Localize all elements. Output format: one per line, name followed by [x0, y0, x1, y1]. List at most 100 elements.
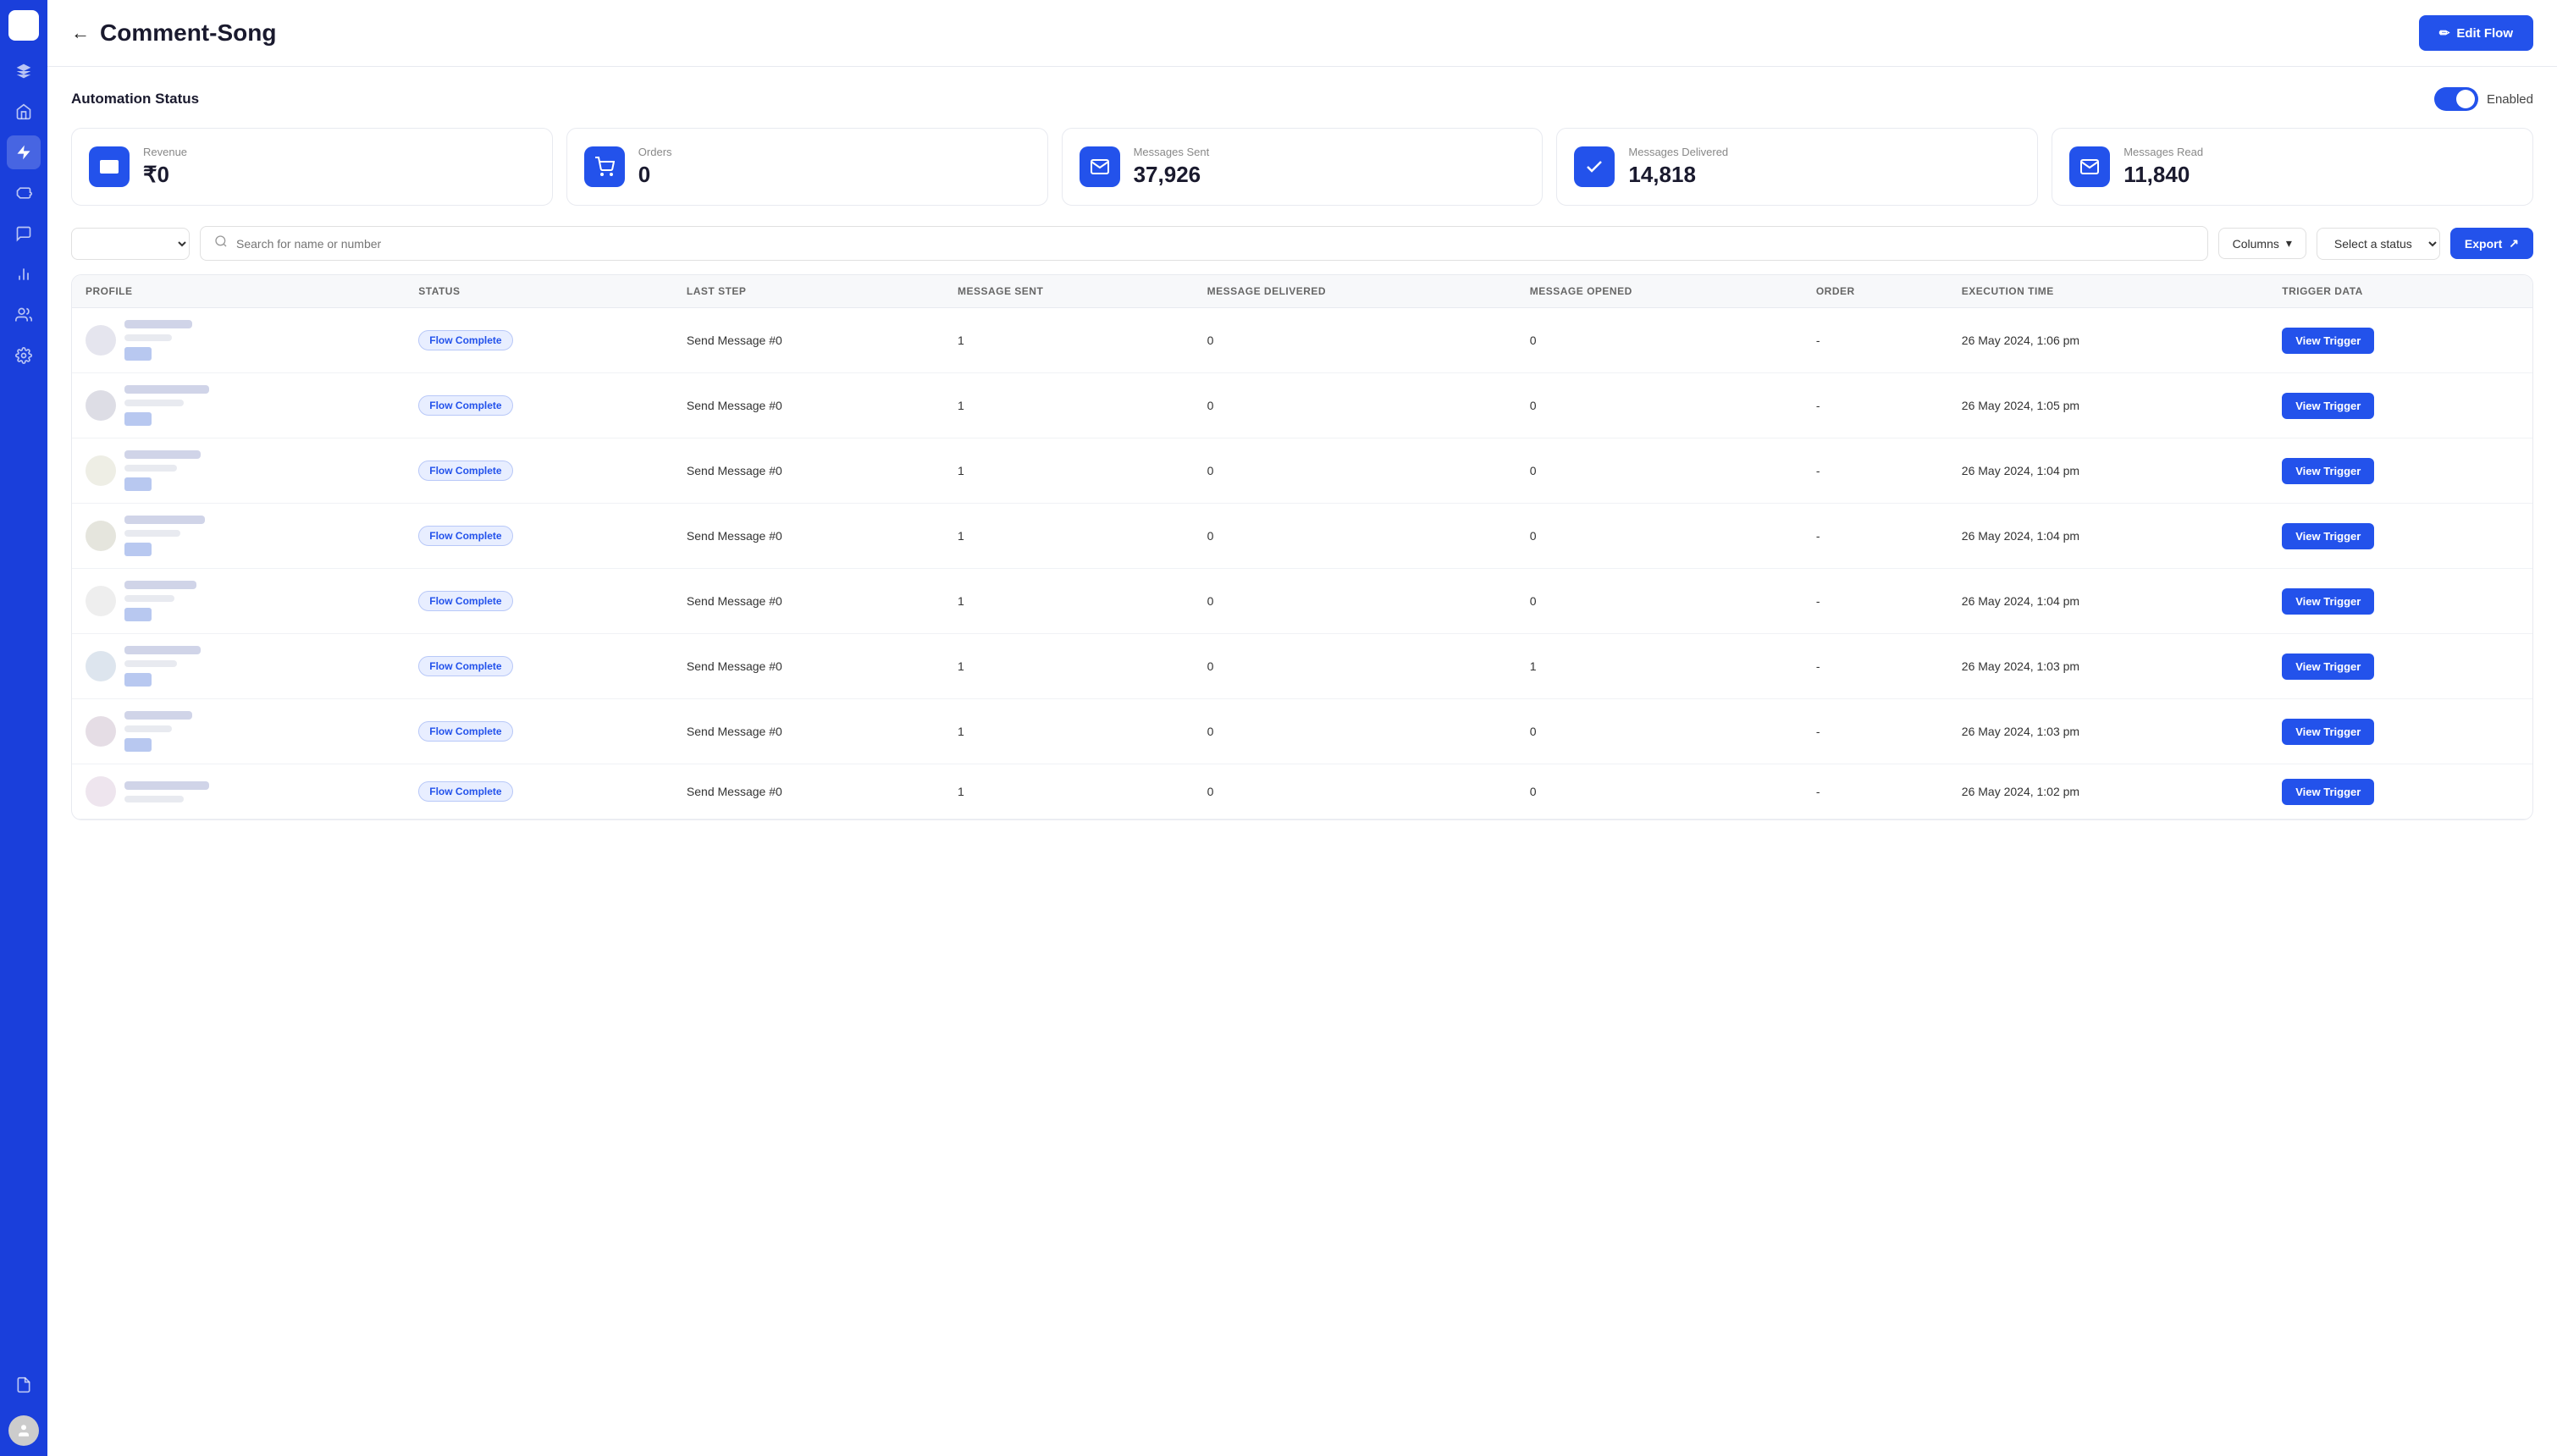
message-sent-cell: 1	[944, 438, 1194, 504]
profile-cell	[72, 438, 405, 504]
stat-card: Orders 0	[566, 128, 1048, 206]
order-cell: -	[1803, 308, 1948, 373]
table-column-header: PROFILE	[72, 275, 405, 308]
order-cell: -	[1803, 373, 1948, 438]
last-step-cell: Send Message #0	[673, 699, 944, 764]
view-trigger-button[interactable]: View Trigger	[2282, 779, 2374, 805]
stats-grid: Revenue ₹0 Orders 0 Messages Sent 37,926…	[71, 128, 2533, 206]
execution-time-cell: 26 May 2024, 1:03 pm	[1948, 699, 2268, 764]
users-icon[interactable]	[7, 298, 41, 332]
back-button[interactable]: ←	[71, 24, 90, 42]
last-step-cell: Send Message #0	[673, 373, 944, 438]
message-sent-cell: 1	[944, 764, 1194, 819]
trigger-data-cell: View Trigger	[2268, 569, 2532, 634]
stat-name: Revenue	[143, 146, 187, 158]
message-opened-cell: 1	[1516, 634, 1803, 699]
message-delivered-cell: 0	[1194, 504, 1516, 569]
stat-card: Revenue ₹0	[71, 128, 553, 206]
sidebar	[0, 0, 47, 1456]
data-table: PROFILESTATUSLast StepMessage SentMessag…	[72, 275, 2532, 819]
chart-icon[interactable]	[7, 257, 41, 291]
execution-time-cell: 26 May 2024, 1:06 pm	[1948, 308, 2268, 373]
table-row: Flow CompleteSend Message #0100-26 May 2…	[72, 504, 2532, 569]
stat-icon	[89, 146, 130, 187]
message-opened-cell: 0	[1516, 764, 1803, 819]
document-icon[interactable]	[7, 1368, 41, 1402]
order-cell: -	[1803, 634, 1948, 699]
view-trigger-button[interactable]: View Trigger	[2282, 654, 2374, 680]
status-cell: Flow Complete	[405, 308, 673, 373]
stat-name: Messages Delivered	[1628, 146, 1728, 158]
search-icon	[214, 234, 228, 252]
search-input[interactable]	[236, 237, 2194, 251]
lightning-icon[interactable]	[7, 135, 41, 169]
table-row: Flow CompleteSend Message #0101-26 May 2…	[72, 634, 2532, 699]
status-badge: Flow Complete	[418, 395, 512, 416]
date-filter[interactable]: Last 7 days	[71, 228, 190, 260]
last-step-cell: Send Message #0	[673, 634, 944, 699]
trigger-data-cell: View Trigger	[2268, 504, 2532, 569]
status-filter[interactable]: Select a status	[2317, 228, 2440, 260]
table-row: Flow CompleteSend Message #0100-26 May 2…	[72, 438, 2532, 504]
megaphone-icon[interactable]	[7, 176, 41, 210]
columns-button[interactable]: Columns ▾	[2218, 228, 2306, 259]
message-delivered-cell: 0	[1194, 764, 1516, 819]
message-delivered-cell: 0	[1194, 308, 1516, 373]
user-avatar[interactable]	[8, 1415, 39, 1446]
message-sent-cell: 1	[944, 308, 1194, 373]
main-content: ← Comment-Song ✏ Edit Flow Automation St…	[47, 0, 2557, 1456]
execution-time-cell: 26 May 2024, 1:02 pm	[1948, 764, 2268, 819]
profile-cell	[72, 308, 405, 373]
edit-flow-button[interactable]: ✏ Edit Flow	[2419, 15, 2533, 51]
message-opened-cell: 0	[1516, 373, 1803, 438]
status-badge: Flow Complete	[418, 330, 512, 350]
table-column-header: STATUS	[405, 275, 673, 308]
gear-icon[interactable]	[7, 339, 41, 372]
stat-name: Messages Sent	[1134, 146, 1210, 158]
stat-card: Messages Sent 37,926	[1062, 128, 1544, 206]
view-trigger-button[interactable]: View Trigger	[2282, 523, 2374, 549]
table-column-header: Trigger Data	[2268, 275, 2532, 308]
header: ← Comment-Song ✏ Edit Flow	[47, 0, 2557, 67]
table-column-header: Message Opened	[1516, 275, 1803, 308]
message-opened-cell: 0	[1516, 504, 1803, 569]
status-badge: Flow Complete	[418, 461, 512, 481]
header-left: ← Comment-Song	[71, 19, 276, 47]
last-step-cell: Send Message #0	[673, 308, 944, 373]
view-trigger-button[interactable]: View Trigger	[2282, 588, 2374, 615]
message-sent-cell: 1	[944, 699, 1194, 764]
toggle-container: Enabled	[2434, 87, 2533, 111]
chat-icon[interactable]	[7, 217, 41, 251]
view-trigger-button[interactable]: View Trigger	[2282, 458, 2374, 484]
status-badge: Flow Complete	[418, 591, 512, 611]
message-delivered-cell: 0	[1194, 373, 1516, 438]
status-cell: Flow Complete	[405, 373, 673, 438]
message-delivered-cell: 0	[1194, 569, 1516, 634]
table-header-row: PROFILESTATUSLast StepMessage SentMessag…	[72, 275, 2532, 308]
stat-value: 37,926	[1134, 162, 1210, 188]
stat-name: Messages Read	[2123, 146, 2203, 158]
layers-icon[interactable]	[7, 54, 41, 88]
execution-time-cell: 26 May 2024, 1:04 pm	[1948, 438, 2268, 504]
execution-time-cell: 26 May 2024, 1:03 pm	[1948, 634, 2268, 699]
profile-cell	[72, 634, 405, 699]
view-trigger-button[interactable]: View Trigger	[2282, 719, 2374, 745]
profile-cell	[72, 569, 405, 634]
page-title: Comment-Song	[100, 19, 276, 47]
table-container: PROFILESTATUSLast StepMessage SentMessag…	[71, 274, 2533, 820]
table-row: Flow CompleteSend Message #0100-26 May 2…	[72, 699, 2532, 764]
view-trigger-button[interactable]: View Trigger	[2282, 328, 2374, 354]
message-delivered-cell: 0	[1194, 634, 1516, 699]
automation-toggle[interactable]	[2434, 87, 2478, 111]
home-icon[interactable]	[7, 95, 41, 129]
stat-name: Orders	[638, 146, 672, 158]
table-row: Flow CompleteSend Message #0100-26 May 2…	[72, 308, 2532, 373]
export-button[interactable]: Export ↗	[2450, 228, 2533, 259]
status-cell: Flow Complete	[405, 634, 673, 699]
stat-info: Revenue ₹0	[143, 146, 187, 188]
sidebar-logo[interactable]	[8, 10, 39, 41]
automation-bar: Automation Status Enabled	[71, 87, 2533, 111]
profile-cell	[72, 504, 405, 569]
view-trigger-button[interactable]: View Trigger	[2282, 393, 2374, 419]
message-sent-cell: 1	[944, 569, 1194, 634]
